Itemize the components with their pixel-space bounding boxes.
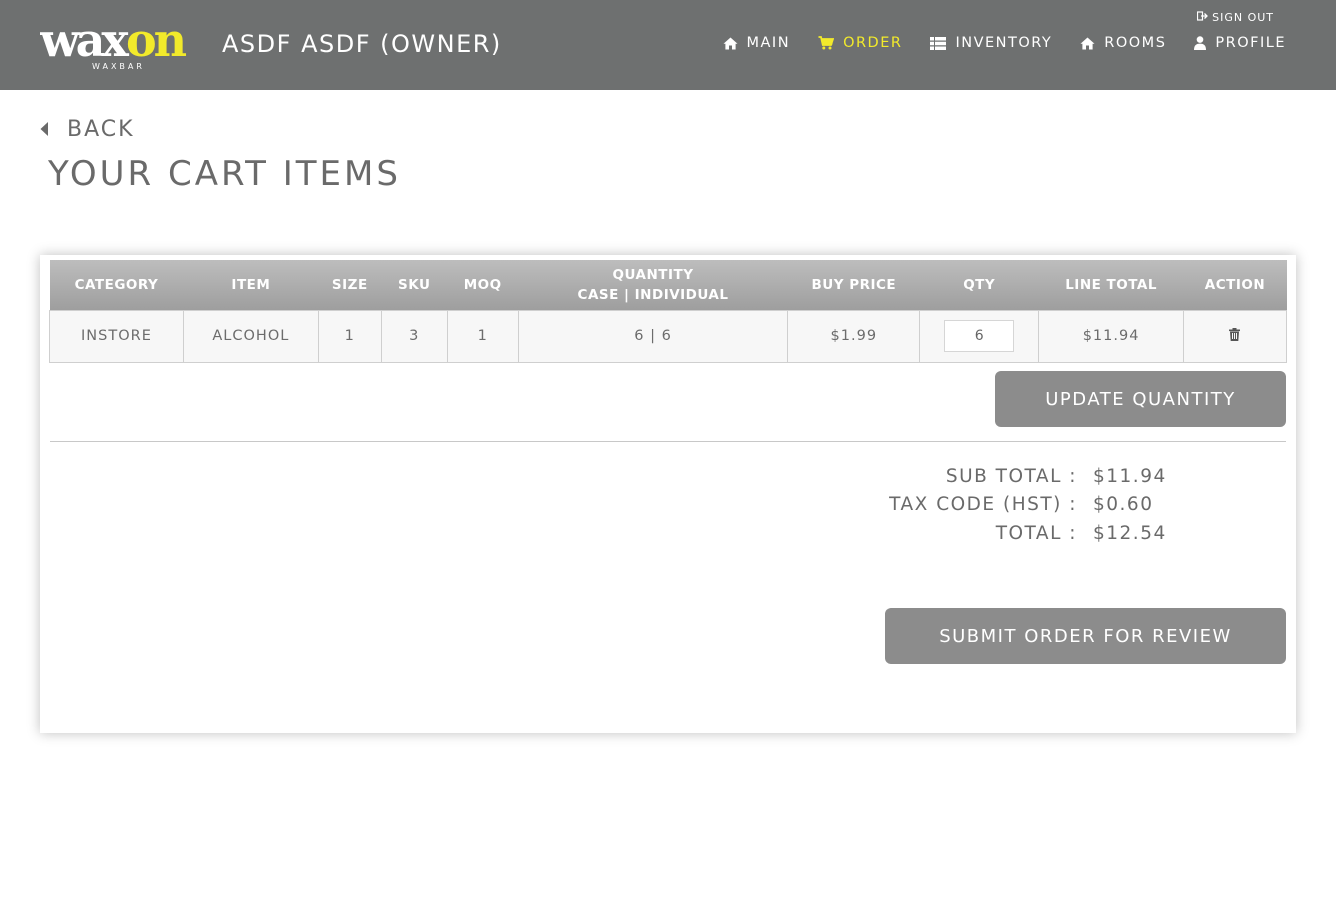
cell-buy-price: $1.99 [787, 309, 921, 363]
order-totals: SUB TOTAL : $11.94 TAX CODE (HST) : $0.6… [840, 462, 1240, 548]
column-header: CATEGORY [49, 260, 184, 310]
cell-size: 1 [317, 309, 382, 363]
cell-action [1182, 309, 1288, 363]
nav-item-inventory[interactable]: INVENTORY [930, 35, 1052, 51]
divider [50, 441, 1286, 442]
cell-qty [919, 309, 1040, 363]
nav-label-rooms: ROOMS [1104, 35, 1167, 51]
user-icon [1194, 36, 1207, 50]
nav-label-inventory: INVENTORY [955, 35, 1053, 51]
nav-label-profile: PROFILE [1215, 35, 1286, 51]
subtotal-value: $11.94 [1093, 465, 1167, 487]
list-icon [930, 36, 947, 50]
cart-icon [818, 36, 835, 50]
top-header: wax on WAXBAR ASDF ASDF (OWNER) SIGN OUT… [0, 0, 1336, 90]
column-header: QTY [919, 260, 1039, 310]
cell-moq: 1 [446, 309, 519, 363]
sign-out-link[interactable]: SIGN OUT [1196, 11, 1274, 24]
subtotal-label: SUB TOTAL : [945, 465, 1077, 487]
trash-icon[interactable] [1229, 327, 1241, 345]
nav-item-profile[interactable]: PROFILE [1194, 35, 1286, 51]
svg-text:wax: wax [40, 14, 129, 67]
nav-item-order[interactable]: ORDER [818, 35, 902, 51]
home-icon [723, 37, 738, 50]
main-nav: MAIN ORDER INVENTORY ROOMS PROFILE [723, 35, 1287, 51]
tax-row: TAX CODE (HST) : $0.60 [840, 491, 1240, 520]
table-row: INSTORE ALCOHOL 1 3 1 6 | 6 $1.99 $11.94 [49, 309, 1288, 363]
column-header: LINE TOTAL [1038, 260, 1184, 310]
cart-table: CATEGORY ITEM SIZE SKU MOQ QUANTITY CASE… [49, 260, 1288, 363]
column-header-quantity: QUANTITY CASE | INDIVIDUAL [518, 260, 788, 310]
nav-item-main[interactable]: MAIN [723, 35, 791, 51]
tax-value: $0.60 [1093, 494, 1154, 516]
update-quantity-button[interactable]: UPDATE QUANTITY [995, 371, 1286, 427]
submit-order-button[interactable]: SUBMIT ORDER FOR REVIEW [885, 608, 1286, 664]
sign-out-label: SIGN OUT [1212, 11, 1274, 24]
brand-logo[interactable]: wax on WAXBAR [39, 13, 205, 72]
quantity-header-label: QUANTITY [612, 266, 694, 283]
table-header-row: CATEGORY ITEM SIZE SKU MOQ QUANTITY CASE… [49, 260, 1287, 310]
cell-item: ALCOHOL [182, 309, 319, 363]
nav-item-rooms[interactable]: ROOMS [1080, 35, 1166, 51]
column-header: SIZE [318, 260, 382, 310]
tax-label: TAX CODE (HST) : [889, 494, 1077, 516]
total-label: TOTAL : [995, 522, 1077, 544]
column-header: ACTION [1183, 260, 1287, 310]
column-header: ITEM [183, 260, 319, 310]
quantity-header-sub: CASE | INDIVIDUAL [577, 286, 729, 303]
cell-quantity: 6 | 6 [517, 309, 789, 363]
nav-label-order: ORDER [843, 35, 903, 51]
cell-line-total: $11.94 [1038, 309, 1184, 363]
column-header: SKU [381, 260, 448, 310]
cell-category: INSTORE [49, 309, 184, 363]
caret-left-icon [40, 117, 49, 142]
subtotal-row: SUB TOTAL : $11.94 [840, 462, 1240, 491]
back-label: BACK [67, 117, 135, 142]
total-row: TOTAL : $12.54 [840, 519, 1240, 548]
total-value: $12.54 [1093, 522, 1167, 544]
back-link[interactable]: BACK [40, 117, 135, 142]
svg-text:WAXBAR: WAXBAR [92, 62, 145, 71]
nav-label-main: MAIN [746, 35, 791, 51]
qty-input[interactable] [944, 320, 1015, 352]
page-title: YOUR CART ITEMS [48, 154, 401, 194]
sign-out-icon [1196, 11, 1209, 24]
cart-panel: CATEGORY ITEM SIZE SKU MOQ QUANTITY CASE… [40, 255, 1296, 733]
column-header: MOQ [447, 260, 519, 310]
home-icon [1080, 37, 1095, 50]
column-header: BUY PRICE [787, 260, 920, 310]
cell-sku: 3 [380, 309, 448, 363]
svg-text:on: on [126, 14, 187, 67]
owner-name: ASDF ASDF (OWNER) [222, 30, 502, 58]
